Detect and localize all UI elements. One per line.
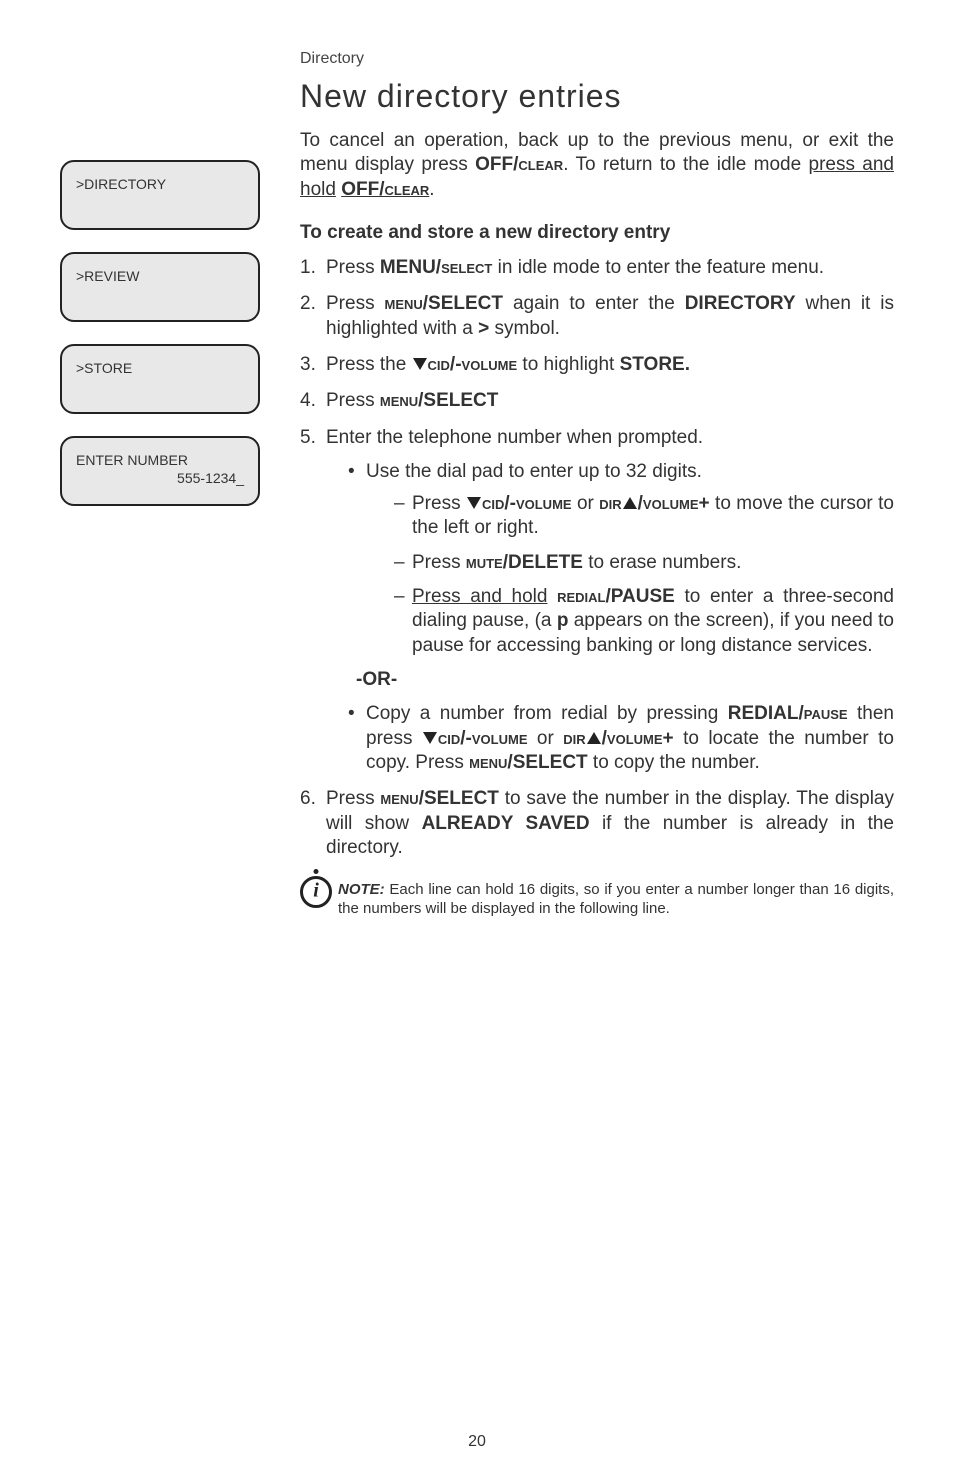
sidebar: >DIRECTORY >REVIEW >STORE ENTER NUMBER 5… [60, 50, 260, 919]
main-content: Directory New directory entries To cance… [300, 50, 894, 919]
page-title: New directory entries [300, 78, 894, 115]
step-5: Enter the telephone number when prompted… [300, 426, 894, 776]
lcd-screen-store: >STORE [60, 344, 260, 414]
lcd-screen-enter-number: ENTER NUMBER 555-1234_ [60, 436, 260, 506]
down-arrow-icon [413, 358, 427, 370]
lcd-line: >STORE [76, 360, 244, 376]
intro-paragraph: To cancel an operation, back up to the p… [300, 129, 894, 202]
lcd-line: ENTER NUMBER [76, 452, 244, 468]
dash-list: Press cid/-volume or dir/volume+ to move… [366, 492, 894, 658]
step-1: Press MENU/select in idle mode to enter … [300, 256, 894, 280]
step-2: Press menu/SELECT again to enter the DIR… [300, 292, 894, 341]
page-number: 20 [468, 1433, 486, 1451]
section-label: Directory [300, 50, 894, 68]
down-arrow-icon [467, 497, 481, 509]
down-arrow-icon [423, 732, 437, 744]
step-4: Press menu/SELECT [300, 389, 894, 413]
step-5-bullets-2: Copy a number from redial by pressing RE… [326, 702, 894, 775]
step-5-bullets: Use the dial pad to enter up to 32 digit… [326, 460, 894, 658]
note-block: NOTE: Each line can hold 16 digits, so i… [300, 880, 894, 918]
or-label: -OR- [356, 668, 894, 692]
dash-move-cursor: Press cid/-volume or dir/volume+ to move… [394, 492, 894, 541]
steps-list: Press MENU/select in idle mode to enter … [300, 256, 894, 860]
up-arrow-icon [623, 497, 637, 509]
dash-erase: Press mute/DELETE to erase numbers. [394, 551, 894, 575]
step-6: Press menu/SELECT to save the number in … [300, 787, 894, 860]
lcd-line: >REVIEW [76, 268, 244, 284]
lcd-line: >DIRECTORY [76, 176, 244, 192]
up-arrow-icon [587, 732, 601, 744]
lcd-screen-directory: >DIRECTORY [60, 160, 260, 230]
info-icon [300, 876, 332, 908]
bullet-copy-redial: Copy a number from redial by pressing RE… [348, 702, 894, 775]
lcd-screen-review: >REVIEW [60, 252, 260, 322]
note-text: NOTE: Each line can hold 16 digits, so i… [338, 880, 894, 918]
bullet-dial-pad: Use the dial pad to enter up to 32 digit… [348, 460, 894, 658]
subheading: To create and store a new directory entr… [300, 222, 894, 244]
lcd-line: 555-1234_ [76, 470, 244, 486]
step-3: Press the cid/-volume to highlight STORE… [300, 353, 894, 377]
dash-pause: Press and hold redial/PAUSE to enter a t… [394, 585, 894, 658]
